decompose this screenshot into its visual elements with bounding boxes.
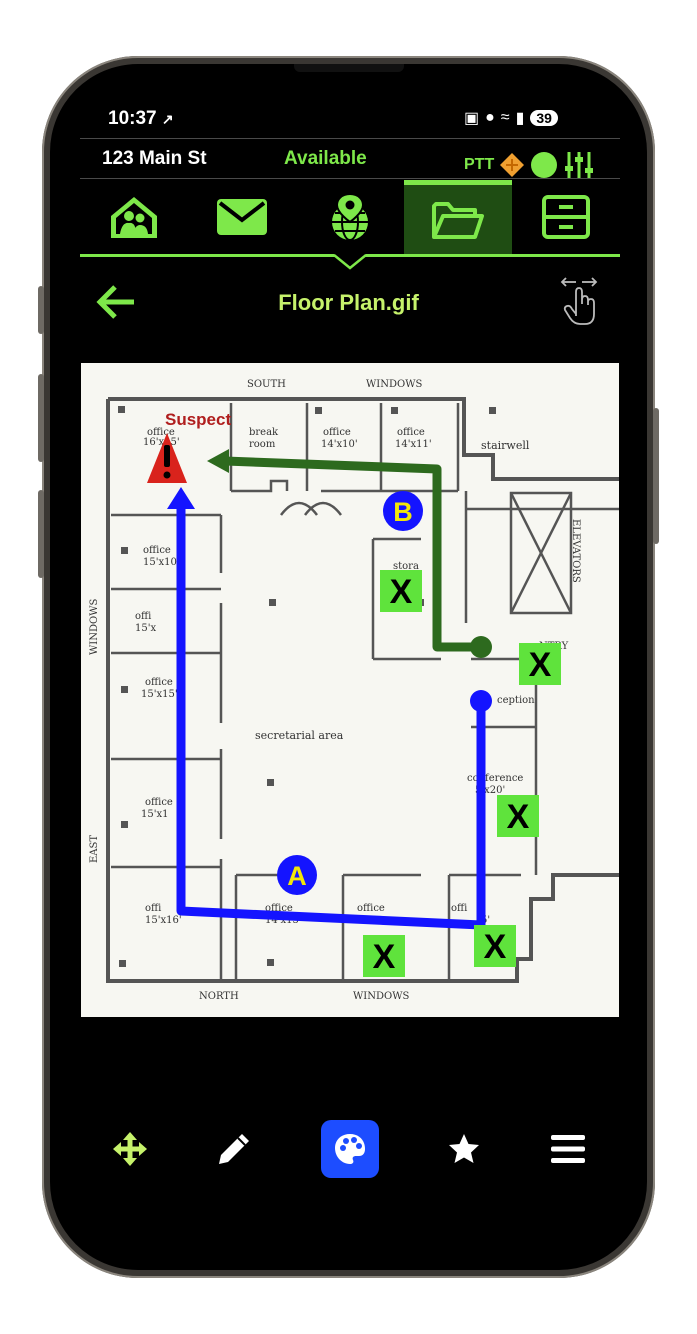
x-mark-storage: X — [390, 573, 413, 611]
label-office-d-size: 15'x10' — [143, 557, 180, 568]
mail-icon — [217, 199, 267, 235]
label-windows-left: WINDOWS — [89, 599, 100, 655]
label-office-h-size: 15'x16' — [145, 915, 182, 926]
menu-icon — [551, 1135, 585, 1163]
status-dot-icon[interactable] — [530, 151, 558, 179]
runner-icon: ↗ — [161, 111, 174, 127]
tab-files[interactable] — [404, 180, 512, 254]
label-secretarial-area: secretarial area — [255, 729, 344, 742]
globe-pin-icon — [332, 192, 368, 241]
pencil-icon — [219, 1134, 249, 1164]
label-office-g: office — [145, 797, 173, 808]
clock: 10:37 — [108, 108, 157, 129]
ptt-diamond-icon[interactable] — [500, 153, 525, 177]
floor-plan-image[interactable]: SOUTH WINDOWS WINDOWS NORTH WINDOWS EAST… — [81, 363, 619, 1017]
label-elevators: ELEVATORS — [570, 519, 581, 583]
label-office-e: offi — [135, 611, 151, 622]
label-office-f-size: 15'x15' — [141, 689, 178, 700]
folder-open-icon — [432, 201, 484, 239]
marker-b[interactable]: B — [383, 491, 423, 531]
draw-button[interactable] — [205, 1120, 263, 1178]
label-reception: ception — [497, 695, 535, 706]
x-mark-office-k: X — [484, 928, 507, 966]
label-south: SOUTH — [247, 379, 286, 390]
tab-contacts[interactable] — [80, 180, 188, 254]
x-mark-office-j: X — [373, 938, 396, 976]
availability-status[interactable]: Available — [284, 148, 367, 170]
label-office-d: office — [143, 545, 171, 556]
label-office-j: office — [357, 903, 385, 914]
tab-map[interactable] — [296, 180, 404, 254]
bottom-toolbar — [50, 1120, 647, 1184]
status-time: 10:37 ↗ — [108, 108, 174, 130]
wifi-icon: ≈ — [500, 109, 510, 126]
label-office-c: office — [397, 427, 425, 438]
label-office-k: offi — [451, 903, 467, 914]
route-b-line — [224, 456, 481, 652]
power-button — [653, 408, 659, 544]
star-icon — [449, 1134, 479, 1163]
header-divider-top — [80, 138, 620, 139]
route-b-start-dot — [470, 636, 492, 658]
tab-cabinet[interactable] — [512, 180, 620, 254]
battery-badge: 39 — [530, 110, 558, 126]
route-b-arrowhead — [207, 449, 229, 473]
volume-down-button — [38, 490, 44, 578]
label-conference: conference — [467, 773, 523, 784]
marker-b-label: B — [393, 497, 413, 527]
label-office-b: office — [323, 427, 351, 438]
ptt-area: PTT — [464, 150, 594, 180]
move-icon — [113, 1132, 147, 1166]
palette-icon — [335, 1134, 365, 1164]
label-office-g-size: 15'x1 — [141, 809, 168, 820]
label-office-a-size: 16'x15' — [143, 437, 180, 448]
mixer-icon[interactable] — [564, 150, 594, 180]
x-mark-entry: X — [529, 646, 552, 684]
main-tabs — [80, 180, 620, 254]
location-icon: ● — [485, 109, 495, 126]
label-office-f: office — [145, 677, 173, 688]
palette-button[interactable] — [321, 1120, 379, 1178]
family-icon — [111, 197, 157, 238]
route-a-start-dot — [470, 690, 492, 712]
menu-button[interactable] — [539, 1120, 597, 1178]
label-break-room: room — [249, 439, 276, 450]
marker-a[interactable]: A — [277, 855, 317, 895]
mute-switch — [38, 286, 44, 334]
label-windows-bottom: WINDOWS — [353, 991, 409, 1002]
pan-gesture-icon[interactable] — [556, 274, 602, 326]
marker-a-label: A — [287, 861, 307, 891]
route-a-arrowhead — [167, 487, 195, 509]
header-divider-bottom — [80, 178, 620, 179]
cabinet-icon — [542, 195, 590, 239]
label-north: NORTH — [199, 991, 239, 1002]
app-screen: 10:37 ↗ ▣ ● ≈ ▮ 39 123 Main St Available… — [50, 64, 647, 1270]
ptt-label[interactable]: PTT — [464, 156, 494, 174]
status-icons: ▣ ● ≈ ▮ 39 — [464, 108, 558, 128]
label-stairwell: stairwell — [481, 439, 530, 452]
label-east: EAST — [89, 835, 100, 863]
label-office-h: offi — [145, 903, 161, 914]
move-button[interactable] — [101, 1120, 159, 1178]
label-office-b-size: 14'x10' — [321, 439, 358, 450]
cast-icon: ▣ — [464, 110, 480, 127]
volume-up-button — [38, 374, 44, 462]
label-office-c-size: 14'x11' — [395, 439, 432, 450]
incident-address[interactable]: 123 Main St — [102, 148, 207, 170]
label-windows-top: WINDOWS — [366, 379, 422, 390]
tab-pointer-icon — [334, 254, 366, 270]
favorite-button[interactable] — [435, 1120, 493, 1178]
label-office-e-size: 15'x — [135, 623, 156, 634]
x-mark-conference: X — [507, 798, 530, 836]
tab-messages[interactable] — [188, 180, 296, 254]
signal-icon: ▮ — [515, 110, 525, 127]
suspect-label: Suspect — [165, 410, 231, 429]
label-break: break — [249, 427, 279, 438]
